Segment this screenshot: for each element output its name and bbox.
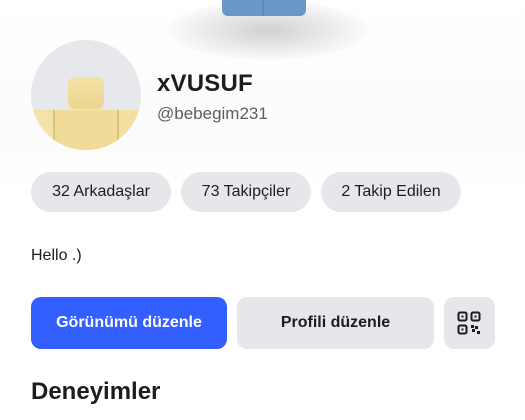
qr-code-icon	[457, 311, 481, 335]
edit-avatar-button[interactable]: Görünümü düzenle	[31, 297, 227, 349]
followers-count-button[interactable]: 73 Takipçiler	[181, 172, 311, 212]
friends-count-button[interactable]: 32 Arkadaşlar	[31, 172, 171, 212]
username: @bebegim231	[157, 104, 268, 123]
display-name: xVUSUF	[157, 70, 253, 97]
profile-bio: Hello .)	[31, 247, 82, 264]
avatar-head	[68, 77, 104, 109]
following-count-button[interactable]: 2 Takip Edilen	[321, 172, 461, 212]
avatar-torso	[53, 110, 119, 150]
experiences-heading: Deneyimler	[31, 378, 161, 405]
avatar-showcase-figure	[222, 0, 306, 16]
avatar[interactable]	[31, 40, 141, 150]
edit-profile-button[interactable]: Profili düzenle	[237, 297, 434, 349]
avatar-arm	[31, 112, 53, 150]
qr-code-button[interactable]	[444, 297, 495, 349]
